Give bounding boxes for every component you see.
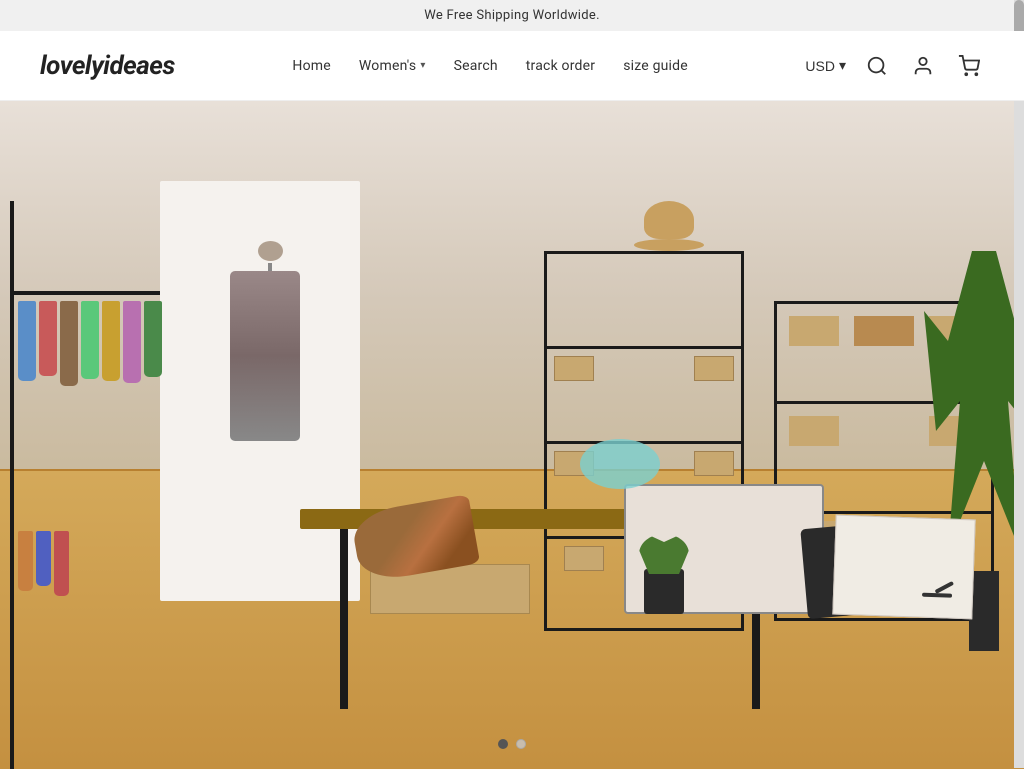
account-button[interactable] <box>908 51 938 81</box>
mannequin-head <box>258 241 283 261</box>
plant-pot <box>644 569 684 614</box>
table-leg-left <box>340 529 348 709</box>
hat-crown <box>644 201 694 239</box>
garment-1 <box>18 301 36 381</box>
garment-3 <box>60 301 78 386</box>
shelf-divider-1 <box>544 346 744 349</box>
garment-8 <box>18 531 33 591</box>
garment-5 <box>102 301 120 381</box>
search-icon <box>866 55 888 77</box>
hero-section <box>0 101 1024 769</box>
rack-vertical-bar <box>10 201 14 769</box>
header: lovelyideaes Home Women's ▾ Search track… <box>0 31 1024 101</box>
cart-icon <box>958 55 980 77</box>
nav-track-order[interactable]: track order <box>526 58 595 74</box>
shoe-box-shelf-4 <box>694 451 734 476</box>
shoe-box-shelf-1 <box>554 356 594 381</box>
user-icon <box>912 55 934 77</box>
box-right-3 <box>854 316 914 346</box>
nav-home[interactable]: Home <box>292 58 330 74</box>
main-nav: Home Women's ▾ Search track order size g… <box>292 58 688 74</box>
mannequin-dress <box>230 271 300 441</box>
mannequin <box>220 241 320 521</box>
garment-6 <box>123 301 141 383</box>
table-plant <box>644 569 684 614</box>
left-clothing-rack <box>0 201 180 769</box>
currency-arrow-icon: ▾ <box>839 57 846 74</box>
nav-search[interactable]: Search <box>454 58 498 74</box>
garment-2 <box>39 301 57 376</box>
garment-10 <box>54 531 69 596</box>
announcement-text: We Free Shipping Worldwide. <box>424 8 600 23</box>
site-logo[interactable]: lovelyideaes <box>40 51 175 81</box>
chevron-down-icon: ▾ <box>420 60 425 71</box>
pen-cap <box>935 581 955 594</box>
hat-display <box>634 201 704 251</box>
currency-selector[interactable]: USD ▾ <box>805 57 846 74</box>
shoe-box-shelf-2 <box>694 356 734 381</box>
announcement-bar: We Free Shipping Worldwide. <box>0 0 1024 31</box>
search-button[interactable] <box>862 51 892 81</box>
carousel-dots <box>498 739 526 749</box>
box-right-1 <box>789 316 839 346</box>
stool-seat <box>580 439 660 489</box>
carousel-dot-2[interactable] <box>516 739 526 749</box>
carousel-dot-1[interactable] <box>498 739 508 749</box>
box-right-4 <box>789 416 839 446</box>
nav-right-icons: USD ▾ <box>805 51 984 81</box>
garment-4 <box>81 301 99 379</box>
corner-plant-pot <box>969 571 999 651</box>
rack-horizontal-bar <box>10 291 160 295</box>
hat-brim <box>634 239 704 251</box>
nav-size-guide[interactable]: size guide <box>623 58 688 74</box>
nav-womens[interactable]: Women's ▾ <box>359 58 426 74</box>
scrollbar[interactable] <box>1014 0 1024 768</box>
cart-button[interactable] <box>954 51 984 81</box>
garment-7 <box>144 301 162 377</box>
notebook-on-table <box>832 515 975 620</box>
garment-9 <box>36 531 51 586</box>
